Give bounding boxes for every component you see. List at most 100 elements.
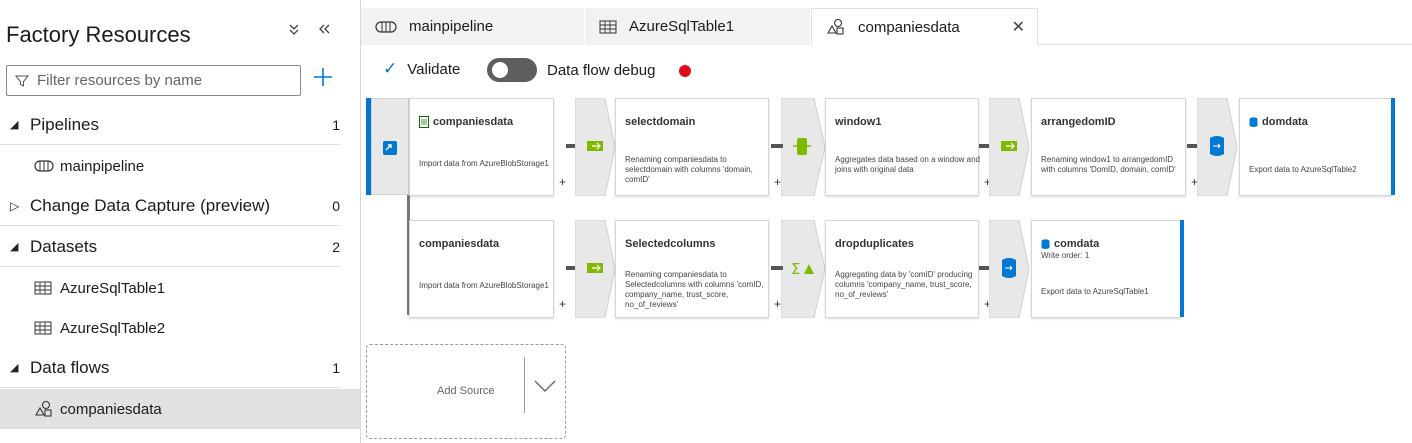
table-icon <box>34 321 60 335</box>
add-transform-button[interactable]: + <box>559 175 566 189</box>
add-transform-button[interactable]: + <box>774 297 781 311</box>
window-chevron <box>781 98 826 196</box>
item-label: companiesdata <box>60 400 162 418</box>
collapse-all-icon[interactable] <box>287 22 301 40</box>
factory-resources-panel: Factory Resources ◢ Pipelines 1 mainpipe… <box>0 0 361 443</box>
filter-resources-input[interactable] <box>37 72 287 89</box>
node-description: Export data to AzureSqlTable2 <box>1249 165 1357 174</box>
node-domdata[interactable]: domdata Export data to AzureSqlTable2 <box>1239 98 1392 196</box>
toolbar: ✓ Validate Data flow debug <box>361 45 1412 95</box>
source-file-icon <box>419 116 429 128</box>
item-label: AzureSqlTable2 <box>60 319 166 337</box>
source-import-icon <box>383 141 397 155</box>
node-arrangedomid[interactable]: arrangedomID Renaming window1 to arrange… <box>1031 98 1198 196</box>
add-source-button[interactable]: Add Source <box>366 344 566 439</box>
panel-title: Factory Resources <box>6 22 191 47</box>
sink-bar <box>1391 98 1395 195</box>
node-description: Aggregating data by 'comID' producing co… <box>835 270 973 299</box>
filter-icon <box>15 75 29 87</box>
transform-chevron <box>575 220 615 318</box>
table-icon <box>34 281 60 295</box>
close-tab-icon[interactable]: ✕ <box>1012 17 1025 37</box>
database-icon <box>1249 116 1258 127</box>
node-description: Export data to AzureSqlTable1 <box>1041 287 1149 296</box>
filter-box <box>6 65 301 96</box>
tab-label: companiesdata <box>858 18 960 36</box>
data-factory-app: Factory Resources ◢ Pipelines 1 mainpipe… <box>0 0 1412 443</box>
section-count: 0 <box>332 197 340 214</box>
transform-chevron <box>989 98 1030 196</box>
connector <box>771 266 783 270</box>
tab-azuresqltable1[interactable]: AzureSqlTable1 <box>585 8 811 45</box>
validate-label: Validate <box>407 60 461 78</box>
node-title: companiesdata <box>419 238 500 250</box>
node-selectedcolumns[interactable]: Selectedcolumns Renaming companiesdata t… <box>615 220 781 318</box>
sidebar-item-mainpipeline[interactable]: mainpipeline <box>0 146 360 186</box>
caret-down-icon: ◢ <box>10 119 19 131</box>
data-flow-debug-toggle[interactable] <box>487 58 537 82</box>
table-icon <box>599 20 617 34</box>
section-change-data-capture[interactable]: ▷ Change Data Capture (preview) 0 <box>0 186 340 226</box>
tab-mainpipeline[interactable]: mainpipeline <box>361 8 585 45</box>
pipeline-icon <box>34 159 60 173</box>
dataflow-icon <box>34 400 60 418</box>
caret-down-icon: ◢ <box>10 362 19 374</box>
dataflow-canvas[interactable]: companiesdata Import data from AzureBlob… <box>361 95 1412 443</box>
tab-bar: mainpipeline AzureSqlTable1 companiesdat… <box>361 8 1412 45</box>
sink-chevron <box>1197 98 1238 196</box>
add-resource-button[interactable] <box>312 66 334 92</box>
chevron-down-icon[interactable] <box>533 379 557 393</box>
node-companiesdata-source[interactable]: companiesdata Import data from AzureBlob… <box>409 98 566 196</box>
write-order: Write order: 1 <box>1041 251 1090 260</box>
aggregate-chevron: Σ <box>781 220 826 318</box>
section-label: Pipelines <box>30 114 99 134</box>
section-count: 1 <box>332 116 340 133</box>
section-count: 1 <box>332 359 340 376</box>
sidebar-item-azuresqltable2[interactable]: AzureSqlTable2 <box>0 308 360 348</box>
node-description: Renaming window1 to arrangedomID with co… <box>1041 155 1176 174</box>
debug-label: Data flow debug <box>547 62 656 79</box>
node-comdata[interactable]: comdata Write order: 1 Export data to Az… <box>1031 220 1181 318</box>
toggle-knob <box>492 62 508 78</box>
section-pipelines[interactable]: ◢ Pipelines 1 <box>0 105 340 145</box>
node-title: companiesdata <box>433 116 514 128</box>
node-description: Renaming companiesdata to selectdomain w… <box>625 155 753 184</box>
item-label: AzureSqlTable1 <box>60 279 166 297</box>
sink-chevron <box>989 220 1030 318</box>
node-title: domdata <box>1262 116 1308 128</box>
item-label: mainpipeline <box>60 157 145 175</box>
node-dropduplicates[interactable]: dropduplicates Aggregating data by 'comI… <box>825 220 991 318</box>
source-strip <box>371 98 409 195</box>
section-data-flows[interactable]: ◢ Data flows 1 <box>0 348 340 388</box>
validate-button[interactable]: ✓ Validate <box>383 59 460 79</box>
node-description: Aggregates data based on a window and jo… <box>835 155 980 174</box>
add-transform-button[interactable]: + <box>559 297 566 311</box>
tab-label: AzureSqlTable1 <box>629 18 735 35</box>
section-datasets[interactable]: ◢ Datasets 2 <box>0 227 340 267</box>
node-description: Import data from AzureBlobStorage1 <box>419 281 549 290</box>
section-label: Change Data Capture (preview) <box>30 195 271 215</box>
dataflow-icon <box>826 18 846 36</box>
node-title: arrangedomID <box>1041 116 1116 128</box>
node-description: Import data from AzureBlobStorage1 <box>419 159 549 168</box>
node-title: selectdomain <box>625 116 696 128</box>
node-title: Selectedcolumns <box>625 238 716 250</box>
plus-icon <box>314 68 332 86</box>
node-companiesdata-source-2[interactable]: companiesdata Import data from AzureBlob… <box>409 220 566 318</box>
divider <box>524 357 525 413</box>
node-selectdomain[interactable]: selectdomain Renaming companiesdata to s… <box>615 98 781 196</box>
sidebar-item-companiesdata[interactable]: companiesdata <box>0 389 360 429</box>
node-title: comdata <box>1054 238 1100 250</box>
section-label: Data flows <box>30 357 110 377</box>
node-window1[interactable]: window1 Aggregates data based on a windo… <box>825 98 991 196</box>
sidebar-item-azuresqltable1[interactable]: AzureSqlTable1 <box>0 268 360 308</box>
section-label: Datasets <box>30 236 98 256</box>
hide-panel-icon[interactable] <box>317 22 331 40</box>
caret-right-icon: ▷ <box>10 198 20 213</box>
sink-bar <box>1180 220 1184 317</box>
tab-companiesdata[interactable]: companiesdata ✕ <box>811 8 1038 45</box>
node-title: window1 <box>835 116 882 128</box>
node-description: Renaming companiesdata to Selectedcolumn… <box>625 270 764 309</box>
caret-down-icon: ◢ <box>10 241 19 253</box>
add-transform-button[interactable]: + <box>774 175 781 189</box>
